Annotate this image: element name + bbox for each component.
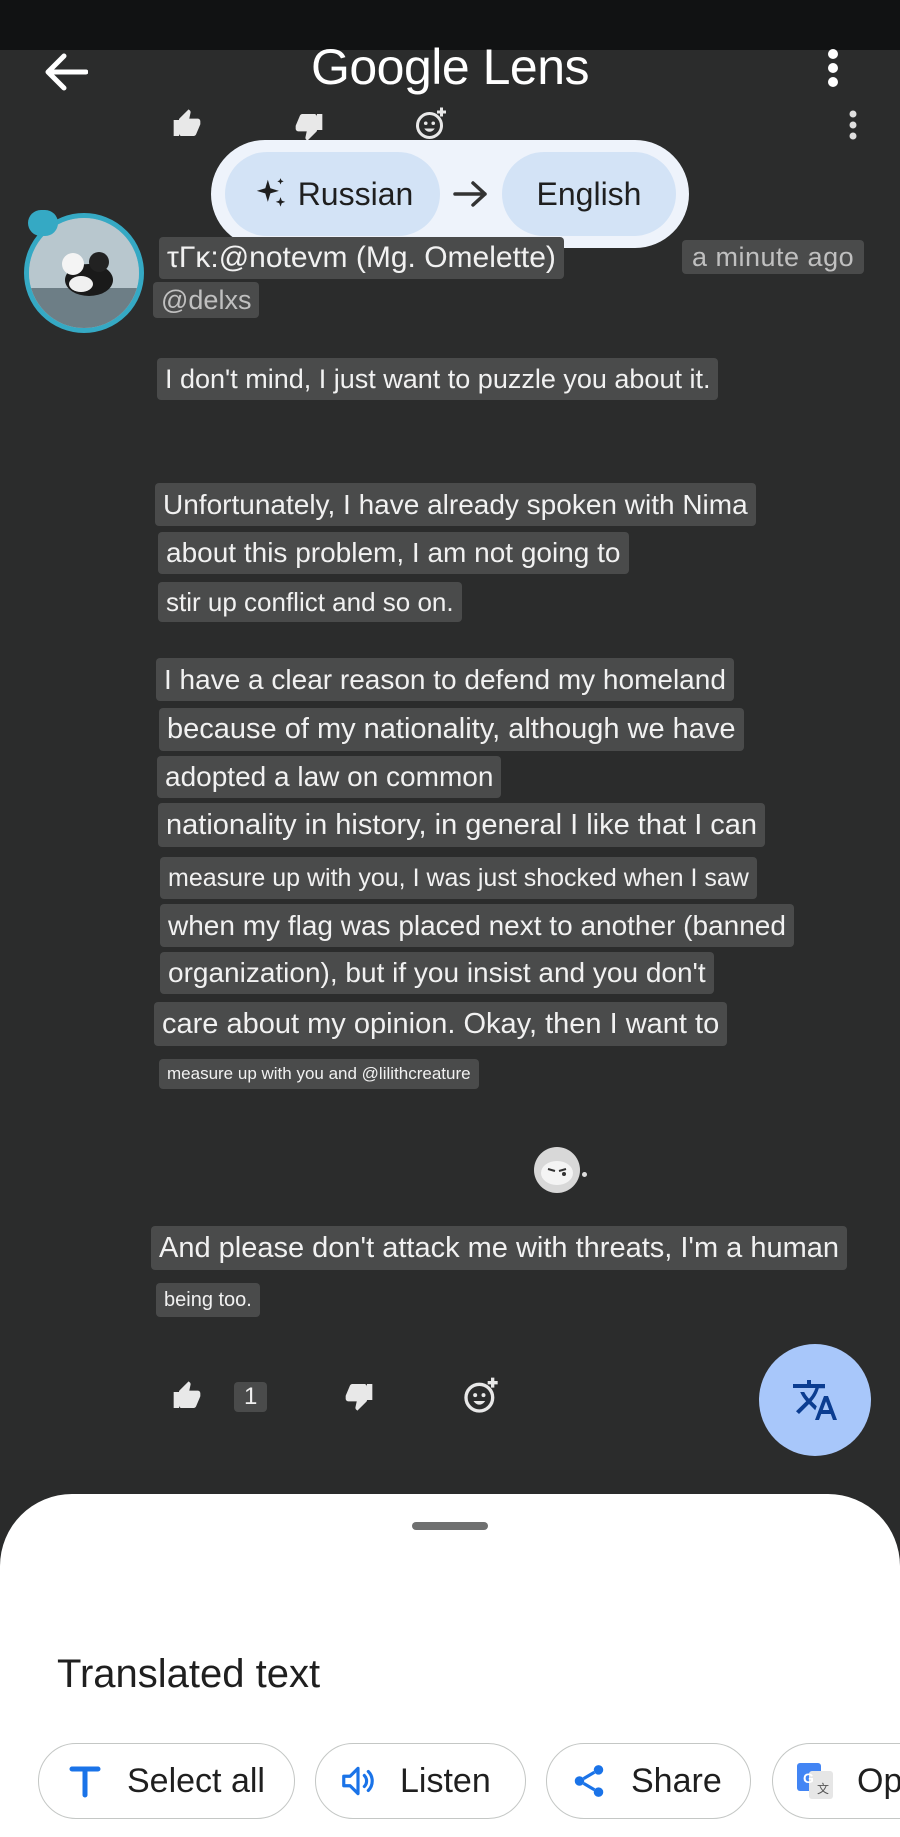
author-name: τΓκ:@notevm (Mg. Omelette) (159, 237, 564, 279)
more-options-button[interactable] (812, 44, 854, 92)
google-translate-icon: G文 (791, 1757, 839, 1805)
open-in-translate-button[interactable]: G文 Op (772, 1743, 900, 1819)
sheet-drag-handle[interactable] (412, 1522, 488, 1530)
more-vert-icon (828, 49, 838, 87)
translate-icon (793, 1380, 837, 1420)
text-line: measure up with you and @lilithcreature (159, 1059, 479, 1089)
share-button[interactable]: Share (546, 1743, 751, 1819)
text-line: about this problem, I am not going to (158, 532, 629, 574)
text-line: measure up with you, I was just shocked … (160, 857, 757, 899)
period-dot (582, 1172, 587, 1177)
listen-label: Listen (400, 1761, 491, 1800)
text-line: being too. (156, 1283, 260, 1317)
svg-text:文: 文 (817, 1781, 829, 1796)
text-line: adopted a law on common (157, 756, 502, 798)
like-count: 1 (234, 1382, 268, 1412)
thumbs-up-icon (170, 1380, 204, 1417)
text-line: And please don't attack me with threats,… (151, 1226, 848, 1270)
post-timestamp: a minute ago (682, 240, 865, 274)
share-label: Share (631, 1761, 722, 1800)
text-line: I don't mind, I just want to puzzle you … (157, 358, 719, 400)
text-icon (61, 1757, 109, 1805)
text-line: care about my opinion. Okay, then I want… (154, 1002, 728, 1046)
select-all-button[interactable]: Select all (38, 1743, 295, 1819)
select-all-label: Select all (127, 1761, 265, 1800)
share-icon (565, 1757, 613, 1805)
text-line: organization), but if you insist and you… (160, 952, 714, 994)
translate-fab[interactable] (759, 1344, 871, 1456)
add-reaction-icon (460, 1376, 502, 1421)
app-title: Google Lens (310, 39, 590, 95)
emoji-icon (534, 1147, 580, 1193)
svg-text:G: G (803, 1770, 814, 1786)
text-line: nationality in history, in general I lik… (158, 803, 766, 847)
source-language-label: Russian (297, 175, 414, 212)
author-handle: @delxs (153, 282, 260, 318)
thumbs-up-icon (170, 108, 204, 145)
sheet-title: Translated text (57, 1652, 321, 1696)
avatar-badge-icon (28, 210, 58, 236)
text-line: I have a clear reason to defend my homel… (156, 658, 734, 701)
text-line: when my flag was placed next to another … (160, 904, 794, 947)
target-language-label: English (536, 175, 642, 212)
speaker-icon (334, 1757, 382, 1805)
text-line: stir up conflict and so on. (158, 582, 462, 622)
listen-button[interactable]: Listen (315, 1743, 526, 1819)
thumbs-down-icon (342, 1380, 376, 1417)
post-more-icon (848, 110, 858, 145)
open-label: Op (857, 1761, 900, 1800)
text-line: because of my nationality, although we h… (159, 708, 744, 751)
text-line: Unfortunately, I have already spoken wit… (155, 483, 756, 526)
source-language-button[interactable]: Russian (225, 152, 440, 236)
arrow-right-icon (452, 178, 490, 215)
target-language-button[interactable]: English (502, 152, 676, 236)
sparkle-icon (256, 178, 285, 207)
